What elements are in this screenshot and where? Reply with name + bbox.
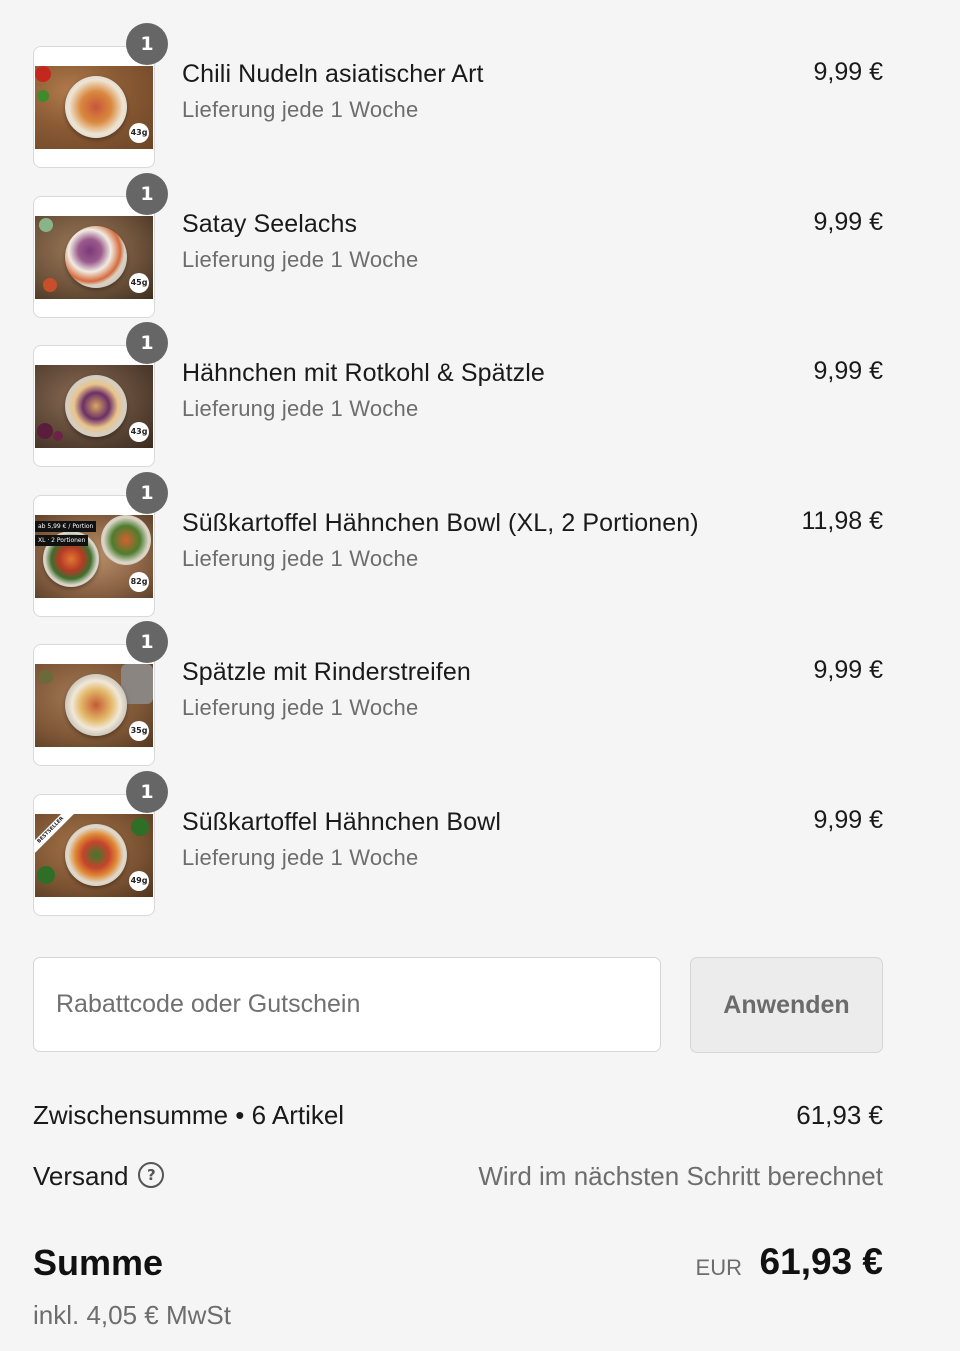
product-thumbnail: 43g 1 [33,322,168,467]
product-price: 9,99 € [813,806,883,834]
delivery-frequency: Lieferung jede 1 Woche [182,97,419,122]
product-image-frame: 43g [33,345,155,467]
shipping-value: Wird im nächsten Schritt berechnet [478,1161,883,1191]
weight-badge: 43g [129,123,149,143]
subtotal-label: Zwischensumme • 6 Artikel [33,1100,345,1130]
cart-item: ab 5,99 € / Portion XL · 2 Portionen 82g… [0,472,960,625]
product-image-frame: 43g [33,46,155,168]
product-name[interactable]: Süßkartoffel Hähnchen Bowl [182,808,501,837]
cart-item: 45g 1 Satay Seelachs Lieferung jede 1 Wo… [0,173,960,326]
apply-discount-button[interactable]: Anwenden [690,957,883,1053]
product-image-frame: 45g [33,196,155,318]
product-name[interactable]: Süßkartoffel Hähnchen Bowl (XL, 2 Portio… [182,509,699,538]
delivery-frequency: Lieferung jede 1 Woche [182,845,419,870]
quantity-badge: 1 [126,621,168,663]
total-value: 61,93 € [759,1241,883,1282]
promo-label: XL · 2 Portionen [35,535,89,546]
product-thumbnail: 43g 1 [33,23,168,168]
cart-item: BESTSELLER 49g 1 Süßkartoffel Hähnchen B… [0,771,960,924]
product-photo: 43g [35,365,153,448]
cart-item: 35g 1 Spätzle mit Rinderstreifen Lieferu… [0,621,960,774]
food-bowl-icon [101,515,151,565]
product-photo: 45g [35,216,153,299]
product-image-frame: ab 5,99 € / Portion XL · 2 Portionen 82g [33,495,155,617]
product-price: 9,99 € [813,208,883,236]
product-thumbnail: BESTSELLER 49g 1 [33,771,168,916]
product-photo: 43g [35,66,153,149]
food-bowl-icon [65,824,127,886]
product-price: 9,99 € [813,357,883,385]
delivery-frequency: Lieferung jede 1 Woche [182,247,419,272]
product-image-frame: 35g [33,644,155,766]
quantity-badge: 1 [126,472,168,514]
help-circle-icon[interactable]: ? [138,1162,165,1189]
weight-badge: 43g [129,422,149,442]
delivery-frequency: Lieferung jede 1 Woche [182,546,419,571]
weight-badge: 35g [129,721,149,741]
product-name[interactable]: Spätzle mit Rinderstreifen [182,658,471,687]
product-name[interactable]: Satay Seelachs [182,210,357,239]
product-name[interactable]: Hähnchen mit Rotkohl & Spätzle [182,359,545,388]
weight-badge: 45g [129,273,149,293]
subtotal-value: 61,93 € [796,1100,883,1130]
cart-item: 43g 1 Hähnchen mit Rotkohl & Spätzle Lie… [0,322,960,475]
delivery-frequency: Lieferung jede 1 Woche [182,396,419,421]
quantity-badge: 1 [126,173,168,215]
product-image-frame: BESTSELLER 49g [33,794,155,916]
food-bowl-icon [65,375,127,437]
shipping-row: Versand? [33,1161,165,1192]
delivery-frequency: Lieferung jede 1 Woche [182,695,419,720]
food-bowl-icon [65,226,127,288]
total-currency: EUR [695,1255,742,1280]
quantity-badge: 1 [126,771,168,813]
quantity-badge: 1 [126,23,168,65]
product-name[interactable]: Chili Nudeln asiatischer Art [182,60,484,89]
product-photo: 35g [35,664,153,747]
product-photo: BESTSELLER 49g [35,814,153,897]
product-thumbnail: 45g 1 [33,173,168,318]
weight-badge: 82g [129,572,149,592]
product-price: 11,98 € [801,507,883,535]
cart-item: 43g 1 Chili Nudeln asiatischer Art Liefe… [0,23,960,176]
weight-badge: 49g [129,871,149,891]
total-label: Summe [33,1242,164,1283]
product-thumbnail: ab 5,99 € / Portion XL · 2 Portionen 82g… [33,472,168,617]
promo-label: ab 5,99 € / Portion [35,521,97,532]
tax-note: inkl. 4,05 € MwSt [33,1300,231,1330]
product-photo: ab 5,99 € / Portion XL · 2 Portionen 82g [35,515,153,598]
quantity-badge: 1 [126,322,168,364]
discount-code-input[interactable] [33,957,661,1052]
food-bowl-icon [65,76,127,138]
product-thumbnail: 35g 1 [33,621,168,766]
product-price: 9,99 € [813,58,883,86]
product-price: 9,99 € [813,656,883,684]
food-bowl-icon [65,674,127,736]
shipping-label: Versand [33,1161,129,1191]
